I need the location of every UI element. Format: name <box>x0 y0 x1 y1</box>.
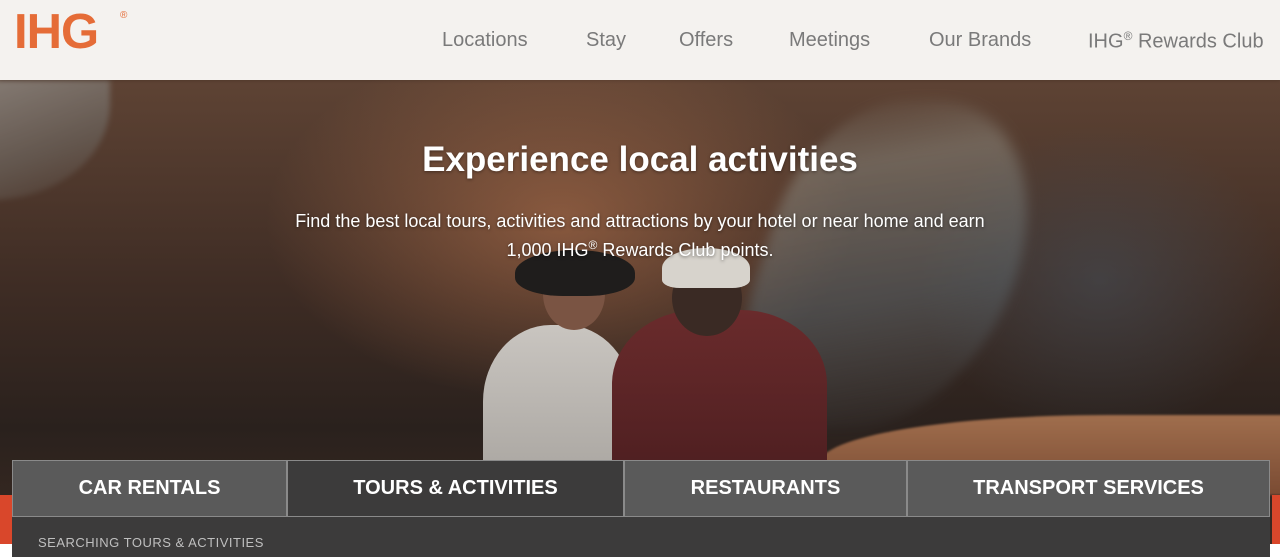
nav-rewards-prefix: IHG <box>1088 30 1124 53</box>
hero-subtitle-points: 1,000 IHG <box>506 240 589 260</box>
tab-transport-services-label: TRANSPORT SERVICES <box>973 477 1204 499</box>
hero-subtitle-line1: Find the best local tours, activities an… <box>295 211 985 231</box>
tab-restaurants[interactable]: RESTAURANTS <box>624 460 907 517</box>
search-panel-heading: SEARCHING TOURS & ACTIVITIES <box>38 535 264 550</box>
hero-subtitle-line2: 1,000 IHG® Rewards Club points. <box>240 233 1040 262</box>
hero-subtitle-rewards: Rewards Club points. <box>597 240 774 260</box>
nav-item-locations[interactable]: Locations <box>442 29 528 52</box>
hero-title: Experience local activities <box>422 140 858 179</box>
hero-accent-right <box>1272 495 1280 544</box>
hero-accent-left <box>0 495 12 544</box>
nav-item-offers[interactable]: Offers <box>679 29 733 52</box>
tab-tours-activities-label: TOURS & ACTIVITIES <box>353 477 558 499</box>
tab-restaurants-label: RESTAURANTS <box>690 477 841 499</box>
registered-mark: ® <box>120 10 128 21</box>
tab-car-rentals[interactable]: CAR RENTALS <box>12 460 287 517</box>
hero-subtitle: Find the best local tours, activities an… <box>240 209 1040 262</box>
tab-transport-services[interactable]: TRANSPORT SERVICES <box>907 460 1270 517</box>
nav-rewards-suffix: Rewards Club <box>1132 30 1264 53</box>
nav-item-stay[interactable]: Stay <box>586 29 626 52</box>
nav-item-rewards-club[interactable]: IHG® Rewards Club <box>1088 29 1264 54</box>
tab-car-rentals-label: CAR RENTALS <box>78 477 221 499</box>
search-panel: SEARCHING TOURS & ACTIVITIES <box>12 517 1270 557</box>
site-header: IHG ® Locations Stay Offers Meetings Our… <box>0 0 1280 80</box>
main-nav: Locations Stay Offers Meetings Our Brand… <box>0 29 1280 59</box>
nav-item-meetings[interactable]: Meetings <box>789 29 870 52</box>
service-tabs: CAR RENTALS TOURS & ACTIVITIES RESTAURAN… <box>12 460 1270 517</box>
tab-tours-activities[interactable]: TOURS & ACTIVITIES <box>287 460 624 517</box>
nav-item-our-brands[interactable]: Our Brands <box>929 29 1031 52</box>
